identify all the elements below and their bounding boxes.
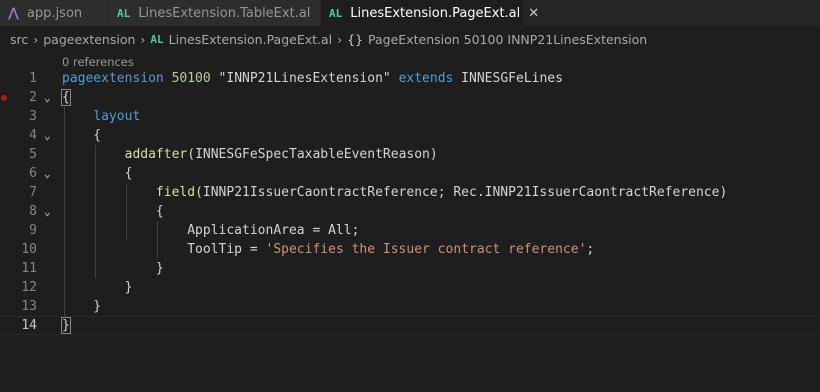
line-number: 6 [29,166,37,181]
code-line[interactable]: 5 addafter(INNESGFeSpecTaxableEventReaso… [0,145,820,164]
current-line-highlight [0,316,820,335]
code-line[interactable]: 3 layout [0,107,820,126]
close-icon[interactable]: ✕ [528,6,539,21]
code-line[interactable]: 11 } [0,259,820,278]
line-number: 9 [29,223,37,238]
tab-pageext[interactable]: AL LinesExtension.PageExt.al ✕ [321,0,539,26]
code-text: layout [93,109,141,124]
code-line[interactable]: 14} [0,316,820,335]
tab-bar: ⋀ app.json AL LinesExtension.TableExt.al… [0,0,820,26]
tab-label: app.json [26,5,83,21]
code-text: } [62,299,102,314]
code-text: ToolTip = 'Specifies the Issuer contract… [62,242,595,257]
code-text: { [62,128,102,143]
fold-chevron-icon[interactable]: ⌄ [44,88,51,107]
breadcrumb-item-src[interactable]: src [10,32,28,47]
code-text: } [61,317,71,334]
code-line[interactable]: 6 ⌄ { [0,164,820,183]
line-number: 3 [29,109,37,124]
code-text: { [61,89,71,106]
braces-icon: {} [347,31,364,47]
code-line[interactable]: 9 ApplicationArea = All; [0,221,820,240]
line-number: 13 [21,299,37,314]
code-text: } [62,261,164,276]
line-number: 7 [29,185,37,200]
al-file-icon: AL [150,32,164,46]
code-text: pageextension 50100 "INNP21LinesExtensio… [62,71,563,86]
al-file-icon: AL [117,6,131,20]
line-number: 1 [29,71,37,86]
code-line[interactable]: 13 } [0,297,820,316]
code-line[interactable]: 1 pageextension 50100 "INNP21LinesExtensi… [0,69,820,88]
line-number: 10 [21,242,37,257]
line-number: 11 [21,261,37,276]
code-text: field(INNP21IssuerCaontractReference; Re… [155,185,728,200]
code-line[interactable]: 8 ⌄ { [0,202,820,221]
tab-tableext[interactable]: AL LinesExtension.TableExt.al [109,0,321,26]
chevron-right-icon: › [337,31,343,47]
code-line[interactable]: 2 ⌄{ [0,88,820,107]
fold-chevron-icon[interactable]: ⌄ [44,202,51,221]
breadcrumb-item-pageextension[interactable]: pageextension [43,32,135,47]
code-text: { [62,166,133,181]
al-file-icon: AL [329,6,343,20]
breadcrumb-item-file[interactable]: LinesExtension.PageExt.al [169,32,332,47]
line-number: 5 [29,147,37,162]
tab-app-json[interactable]: ⋀ app.json [0,0,109,26]
breakpoint-dot[interactable] [1,95,7,101]
code-text: { [62,204,164,219]
code-line[interactable]: 12 } [0,278,820,297]
code-editor[interactable]: 0 references 1 pageextension 50100 "INNP2… [0,53,820,392]
fold-chevron-icon[interactable]: ⌄ [44,126,51,145]
tab-label: LinesExtension.PageExt.al [350,5,521,21]
line-number: 8 [29,204,37,219]
code-text: ApplicationArea = All; [62,223,360,238]
code-line[interactable]: 4 ⌄ { [0,126,820,145]
breadcrumb-item-symbol[interactable]: PageExtension 50100 INNP21LinesExtension [368,32,647,47]
code-text: addafter(INNESGFeSpecTaxableEventReason) [124,147,438,162]
breadcrumb: src › pageextension › AL LinesExtension.… [0,26,820,52]
tab-label: LinesExtension.TableExt.al [138,5,311,21]
code-line[interactable]: 10 ToolTip = 'Specifies the Issuer contr… [0,240,820,259]
line-number: 12 [21,280,37,295]
line-number: 4 [29,128,37,143]
line-number: 14 [21,318,37,333]
fold-chevron-icon[interactable]: ⌄ [44,164,51,183]
chevron-right-icon: › [140,31,146,47]
code-text: } [62,280,133,295]
vs-icon: ⋀ [8,5,19,21]
code-line[interactable]: 7 field(INNP21IssuerCaontractReference; … [0,183,820,202]
chevron-right-icon: › [33,31,39,47]
codelens-references[interactable]: 0 references [62,55,134,69]
